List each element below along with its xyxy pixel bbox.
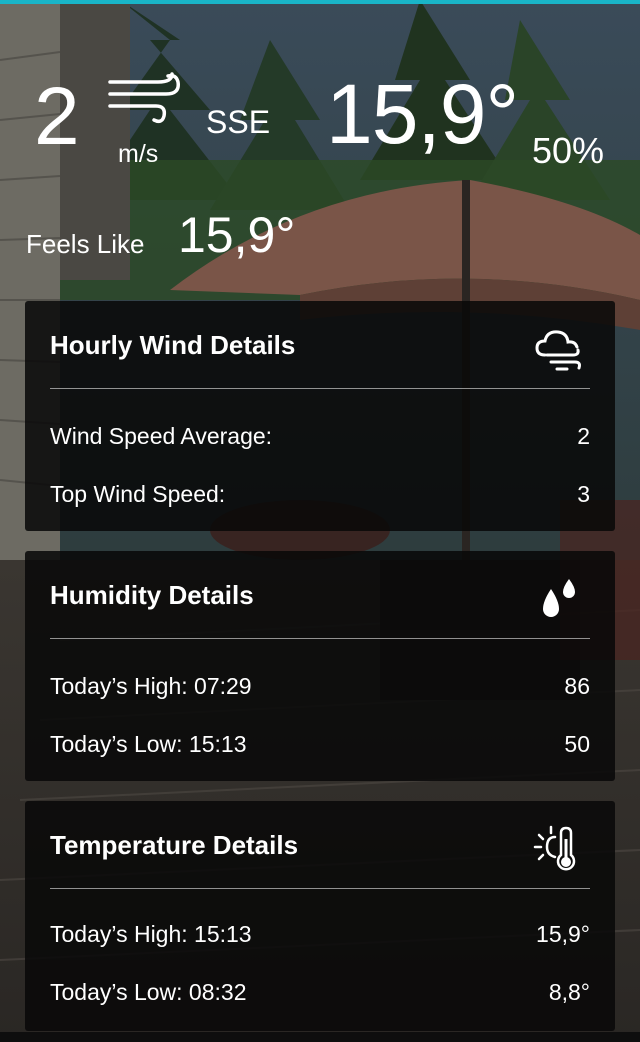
card-divider [50,638,590,639]
wind-cloud-icon [535,330,581,371]
feels-like-value: 15,9° [178,207,296,263]
feels-like-label: Feels Like [26,229,145,259]
card-title: Temperature Details [50,830,299,860]
row-label: Today’s Low: 15:13 [50,731,247,757]
row-value: 2 [577,423,590,449]
top-accent-bar [0,0,640,4]
wind-details-card[interactable]: Hourly Wind Details Wind Speed Average: … [25,301,615,531]
list-item: Today’s Low: 08:32 8,8° [50,979,590,1006]
row-label: Today’s High: 15:13 [50,921,252,947]
row-label: Wind Speed Average: [50,423,273,449]
card-divider [50,388,590,389]
row-value: 8,8° [548,979,590,1005]
list-item: Wind Speed Average: 2 [50,423,590,450]
wind-icon [108,72,180,124]
list-item: Top Wind Speed: 3 [50,481,590,508]
bottom-bar [0,1032,640,1042]
list-item: Today’s High: 15:13 15,9° [50,921,590,948]
temperature-details-card[interactable]: Temperature Details Today’s High: 15:13 … [25,801,615,1031]
water-drops-icon [543,579,575,617]
humidity-details-card[interactable]: Humidity Details Today’s High: 07:29 86 … [25,551,615,781]
wind-direction: SSE [206,104,271,140]
row-label: Today’s High: 07:29 [50,673,252,699]
wind-unit: m/s [118,140,159,168]
card-divider [50,888,590,889]
card-title: Humidity Details [50,580,254,610]
row-value: 50 [564,731,590,757]
thermometer-sun-icon [533,825,576,871]
row-label: Today’s Low: 08:32 [50,979,247,1005]
card-title: Hourly Wind Details [50,330,296,360]
row-value: 15,9° [536,921,590,947]
wind-speed-value: 2 [34,71,80,162]
list-item: Today’s High: 07:29 86 [50,673,590,700]
list-item: Today’s Low: 15:13 50 [50,731,590,758]
current-temperature: 15,9° [326,67,519,161]
row-value: 3 [577,481,590,507]
row-label: Top Wind Speed: [50,481,226,507]
current-humidity: 50% [532,130,605,171]
row-value: 86 [564,673,590,699]
